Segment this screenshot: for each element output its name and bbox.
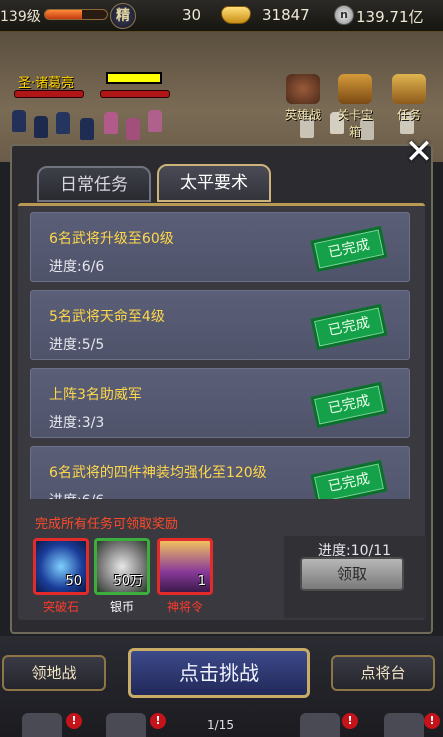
breakthrough-stone-icon: 50 bbox=[33, 538, 89, 595]
general-token-scroll-icon: 1 bbox=[157, 538, 213, 595]
redacted-name-label bbox=[106, 72, 162, 84]
alert-badge-icon: ! bbox=[342, 713, 358, 729]
experience-bar-fill bbox=[45, 10, 83, 19]
scroll-icon bbox=[392, 74, 426, 104]
player-hp-bar bbox=[14, 90, 84, 98]
silver-coins-icon: 50万 bbox=[94, 538, 150, 595]
task-progress: 进度:5/5 bbox=[49, 337, 105, 353]
claim-button[interactable]: 领取 bbox=[300, 557, 404, 591]
completed-stamp: 已完成 bbox=[310, 381, 388, 429]
alert-badge-icon: ! bbox=[424, 713, 440, 729]
task-item: 6名武将的四件神装均强化至120级 进度:6/6 已完成 bbox=[30, 446, 410, 499]
task-progress: 进度:6/6 bbox=[49, 490, 104, 499]
soldier-sprite bbox=[148, 110, 162, 132]
reward-item[interactable]: 1 神将令 bbox=[157, 538, 213, 615]
task-title: 6名武将升级至60级 bbox=[49, 231, 174, 247]
task-label: 任务 bbox=[396, 108, 421, 122]
challenge-button[interactable]: 点击挑战 bbox=[128, 648, 310, 698]
completed-stamp: 已完成 bbox=[310, 459, 388, 499]
task-title: 5名武将天命至4级 bbox=[49, 309, 165, 325]
jing-badge-icon[interactable]: 精 bbox=[110, 3, 136, 29]
tab-daily-tasks[interactable]: 日常任务 bbox=[37, 166, 151, 202]
task-item: 上阵3名助威军 进度:3/3 已完成 bbox=[30, 368, 410, 438]
experience-bar bbox=[44, 9, 108, 20]
stamina-value: 30 bbox=[182, 6, 202, 24]
soldier-sprite bbox=[126, 118, 140, 140]
hero-slot[interactable] bbox=[106, 713, 146, 737]
task-progress: 进度:3/3 bbox=[49, 415, 105, 431]
player-name-label: 圣·诸葛亮 bbox=[18, 76, 75, 91]
soldier-sprite bbox=[80, 118, 94, 140]
treasure-box-button[interactable]: 关卡宝箱 bbox=[332, 74, 378, 140]
reward-name: 银币 bbox=[109, 600, 134, 614]
heroes-battle-label: 英雄战 bbox=[284, 108, 321, 122]
soldier-sprite bbox=[104, 112, 118, 134]
gold-value: 31847 bbox=[262, 6, 310, 24]
completed-stamp: 已完成 bbox=[310, 225, 388, 273]
reward-quantity: 50万 bbox=[113, 574, 143, 589]
completed-stamp: 已完成 bbox=[310, 303, 388, 351]
soldier-sprite bbox=[56, 112, 70, 134]
enemy-hp-bar bbox=[100, 90, 170, 98]
task-title: 上阵3名助威军 bbox=[49, 387, 142, 403]
treasure-box-label: 关卡宝箱 bbox=[336, 108, 373, 139]
task-progress: 进度:6/6 bbox=[49, 259, 105, 275]
silver-value: 139.71亿 bbox=[356, 8, 424, 26]
soldier-sprite bbox=[12, 110, 26, 132]
hero-slot[interactable] bbox=[300, 713, 340, 737]
battlefield-scene: 圣·诸葛亮 英雄战 关卡宝箱 任务 bbox=[0, 32, 443, 162]
task-button[interactable]: 任务 bbox=[386, 74, 432, 123]
tab-taiping-yaoshu[interactable]: 太平要术 bbox=[157, 164, 271, 202]
helmet-icon bbox=[286, 74, 320, 104]
alert-badge-icon: ! bbox=[66, 713, 82, 729]
reward-hint-text: 完成所有任务可领取奖励 bbox=[35, 517, 179, 532]
gold-ingot-icon bbox=[221, 6, 251, 24]
top-status-bar: 139级 精 30 31847 n 139.71亿 bbox=[0, 0, 443, 32]
heroes-battle-button[interactable]: 英雄战 bbox=[280, 74, 326, 123]
territory-battle-button[interactable]: 领地战 bbox=[2, 655, 106, 691]
player-level: 139级 bbox=[0, 9, 41, 25]
close-icon[interactable]: ✕ bbox=[402, 135, 436, 171]
alert-badge-icon: ! bbox=[150, 713, 166, 729]
soldier-sprite bbox=[34, 116, 48, 138]
reward-item[interactable]: 50万 银币 bbox=[94, 538, 150, 615]
reward-item[interactable]: 50 突破石 bbox=[33, 538, 89, 615]
task-list[interactable]: 6名武将升级至60级 进度:6/6 已完成 5名武将天命至4级 进度:5/5 已… bbox=[30, 212, 410, 499]
hero-slot[interactable] bbox=[22, 713, 62, 737]
task-item: 6名武将升级至60级 进度:6/6 已完成 bbox=[30, 212, 410, 282]
reward-quantity: 50 bbox=[65, 574, 82, 589]
reward-name: 突破石 bbox=[42, 600, 79, 614]
silver-coin-icon: n bbox=[334, 5, 354, 25]
reward-name: 神将令 bbox=[166, 600, 203, 614]
task-title: 6名武将的四件神装均强化至120级 bbox=[49, 465, 267, 481]
treasure-chest-icon bbox=[338, 74, 372, 104]
task-item: 5名武将天命至4级 进度:5/5 已完成 bbox=[30, 290, 410, 360]
hero-slot[interactable] bbox=[384, 713, 424, 737]
general-stage-button[interactable]: 点将台 bbox=[331, 655, 435, 691]
reward-quantity: 1 bbox=[197, 574, 206, 589]
page-indicator: 1/15 bbox=[207, 718, 234, 732]
